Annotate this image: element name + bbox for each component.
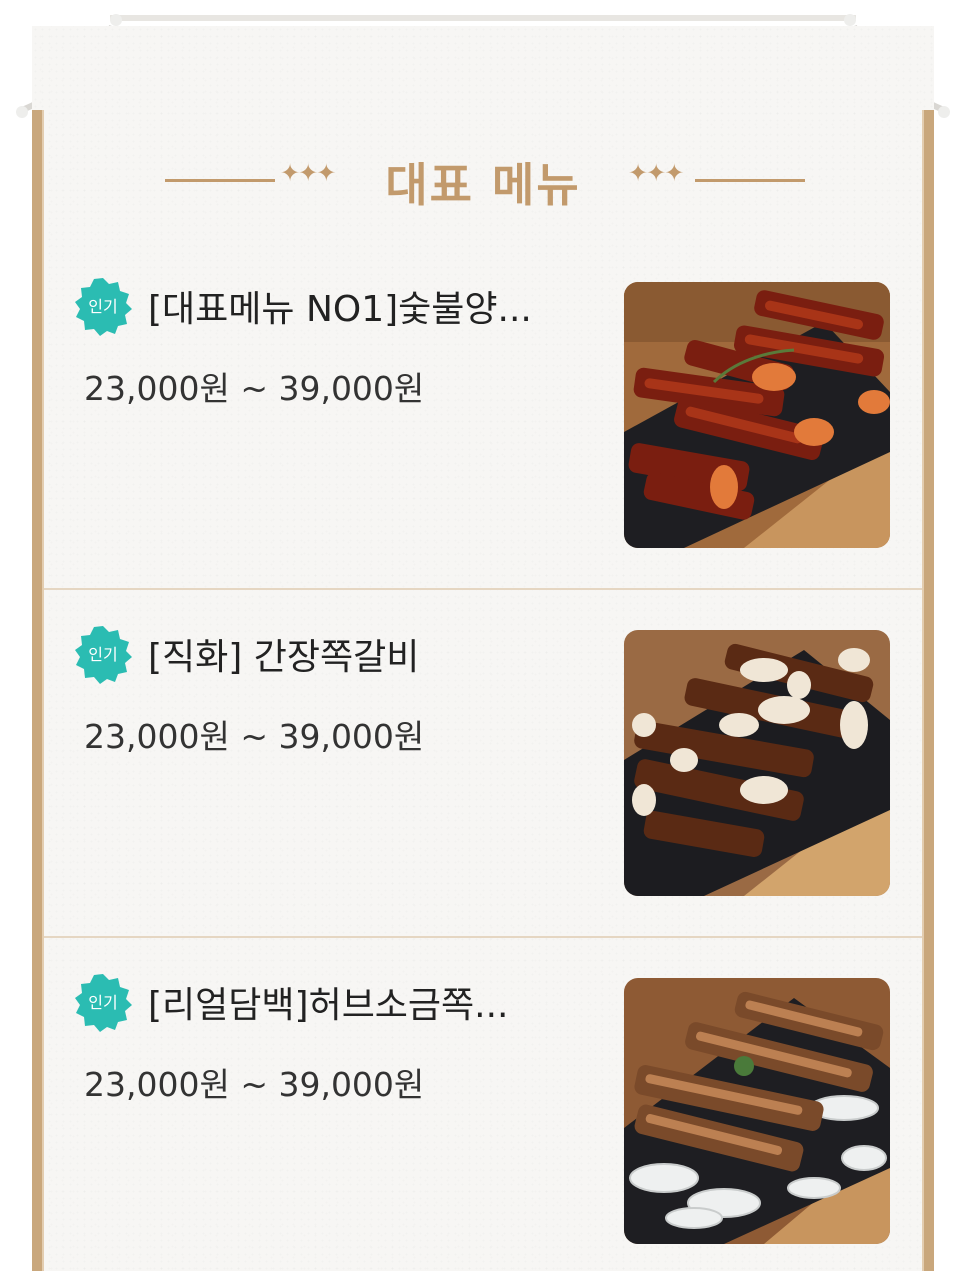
item-name[interactable]: [리얼담백]허브소금쪽...	[148, 976, 608, 1028]
item-price: 23,000원 ~ 39,000원	[84, 369, 425, 408]
item-price: 23,000원 ~ 39,000원	[84, 717, 425, 756]
herb-salt-ribs-photo[interactable]	[624, 978, 890, 1244]
item-divider	[44, 936, 922, 938]
item-divider	[44, 588, 922, 590]
spicy-pork-ribs-photo[interactable]	[624, 282, 890, 548]
sparkle-icon: ✦✦✦	[628, 159, 684, 187]
heading-divider-right	[695, 179, 805, 182]
item-name[interactable]: [직화] 간장쪽갈비	[148, 628, 608, 680]
badge-label: 인기	[88, 993, 118, 1012]
badge-label: 인기	[88, 297, 118, 316]
panel-border	[924, 110, 934, 1271]
popular-badge: 인기	[72, 972, 134, 1034]
soy-pork-ribs-photo[interactable]	[624, 630, 890, 896]
panel-border	[32, 110, 42, 1271]
badge-label: 인기	[88, 645, 118, 664]
menu-item[interactable]: 인기 [직화] 간장쪽갈비 23,000원 ~ 39,000원	[44, 592, 922, 938]
item-price: 23,000원 ~ 39,000원	[84, 1065, 425, 1104]
popular-badge: 인기	[72, 276, 134, 338]
menu-item[interactable]: 인기 [대표메뉴 NO1]숯불양... 23,000원 ~ 39,000원	[44, 244, 922, 590]
popular-badge: 인기	[72, 624, 134, 686]
panel-inner-border	[922, 110, 924, 1271]
section-heading: ✦✦✦ 대표 메뉴 ✦✦✦	[0, 145, 966, 215]
menu-item[interactable]: 인기 [리얼담백]허브소금쪽... 23,000원 ~ 39,000원	[44, 940, 922, 1286]
section-title: 대표 메뉴	[385, 158, 581, 212]
item-name[interactable]: [대표메뉴 NO1]숯불양...	[148, 280, 608, 332]
